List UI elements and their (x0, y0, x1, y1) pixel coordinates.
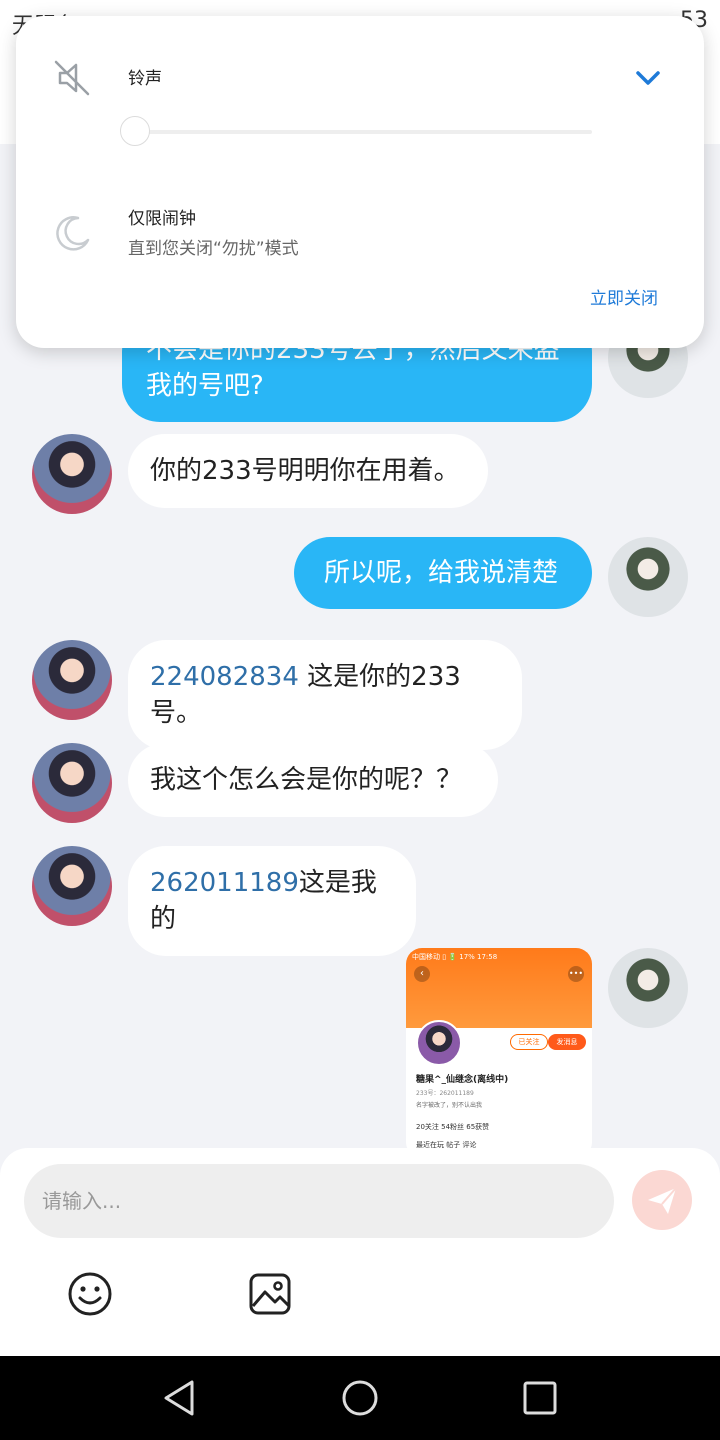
volume-panel: 铃声 仅限闹钟 直到您关闭“勿扰”模式 立即关闭 (16, 16, 704, 348)
image-message[interactable]: 中国移动 ▯ 🔋 17% 17:58 ‹ ••• 已关注 发消息 糖果^_仙继念… (406, 948, 592, 1148)
profile-signature: 名字被改了，别不认出我 (416, 1102, 483, 1109)
message-text: 你的233号明明你在用着。 (150, 456, 460, 486)
moon-icon (56, 216, 90, 251)
more-icon: ••• (568, 966, 584, 982)
close-now-button[interactable]: 立即关闭 (590, 284, 658, 309)
message-bubble[interactable]: 所以呢，给我说清楚 (294, 537, 592, 609)
ringtone-label: 铃声 (128, 69, 162, 89)
profile-tabs: 最近在玩 帖子 评论 (416, 1141, 477, 1148)
qq-number-link[interactable]: 224082834 (150, 662, 299, 692)
message-bubble[interactable]: 我这个怎么会是你的呢？？ (128, 743, 498, 817)
dnd-mode-subtitle: 直到您关闭“勿扰”模式 (128, 239, 299, 259)
image-icon[interactable] (246, 1270, 294, 1318)
avatar[interactable] (608, 537, 688, 617)
message-bubble[interactable]: 224082834 这是你的233号。 (128, 640, 522, 750)
composer-bar: 请输入... (0, 1148, 720, 1356)
chevron-down-icon[interactable] (632, 64, 664, 92)
profile-avatar (416, 1020, 462, 1066)
recents-nav-icon[interactable] (520, 1378, 560, 1418)
send-button[interactable] (632, 1170, 692, 1230)
back-nav-icon[interactable] (160, 1378, 200, 1418)
paper-plane-icon (648, 1187, 677, 1214)
back-icon: ‹ (414, 966, 430, 982)
dnd-mode-title[interactable]: 仅限闹钟 (128, 204, 196, 229)
home-nav-icon[interactable] (340, 1378, 380, 1418)
ringtone-volume-slider[interactable] (120, 116, 592, 146)
message-input[interactable]: 请输入... (24, 1164, 614, 1238)
avatar[interactable] (32, 743, 112, 823)
follow-badge: 已关注 (510, 1034, 548, 1050)
avatar[interactable] (32, 640, 112, 720)
qq-number-link[interactable]: 262011189 (150, 868, 299, 898)
slider-track (136, 130, 592, 134)
profile-stats: 20关注 54粉丝 65获赞 (416, 1123, 490, 1131)
avatar[interactable] (32, 434, 112, 514)
message-badge: 发消息 (548, 1034, 586, 1050)
smile-icon[interactable] (66, 1270, 114, 1318)
muted-speaker-icon[interactable] (52, 58, 92, 98)
message-text: 所以呢，给我说清楚 (324, 558, 559, 588)
message-bubble[interactable]: 262011189这是我的 (128, 846, 416, 956)
shot-status-text: 中国移动 ▯ 🔋 17% 17:58 (412, 953, 498, 961)
message-text: 我这个怎么会是你的呢？？ (150, 765, 463, 795)
avatar[interactable] (608, 948, 688, 1028)
profile-name: 糖果^_仙继念(离线中) (416, 1075, 509, 1085)
slider-knob[interactable] (120, 116, 150, 146)
message-bubble[interactable]: 你的233号明明你在用着。 (128, 434, 488, 508)
avatar[interactable] (32, 846, 112, 926)
system-nav-bar (0, 1356, 720, 1440)
profile-banner: 中国移动 ▯ 🔋 17% 17:58 ‹ ••• (406, 948, 592, 1028)
profile-uid: 233号：262011189 (416, 1090, 474, 1097)
